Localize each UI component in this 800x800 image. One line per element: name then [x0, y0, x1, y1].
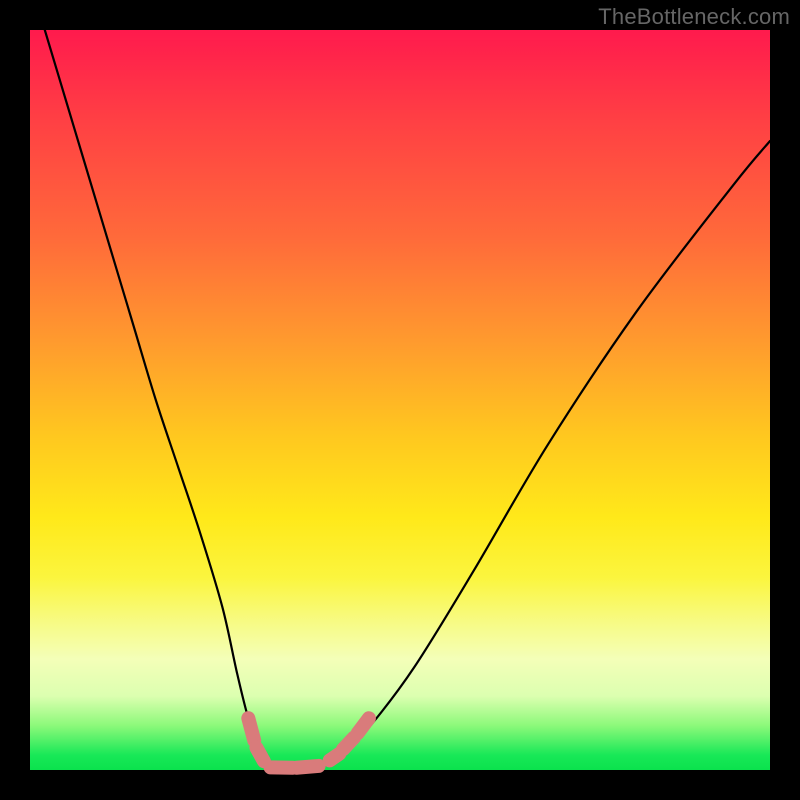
valley-marker-segment — [358, 718, 369, 733]
valley-marker-segment — [256, 748, 263, 761]
valley-marker-segment — [330, 754, 340, 761]
valley-marker-segment — [248, 718, 254, 740]
watermark-text: TheBottleneck.com — [598, 4, 790, 30]
chart-frame: TheBottleneck.com — [0, 0, 800, 800]
plot-area — [30, 30, 770, 770]
valley-marker-segment — [343, 737, 354, 749]
valley-marker-segment — [296, 766, 318, 768]
valley-highlight — [248, 718, 369, 768]
curve-layer — [30, 30, 770, 770]
bottleneck-curve — [45, 30, 770, 768]
